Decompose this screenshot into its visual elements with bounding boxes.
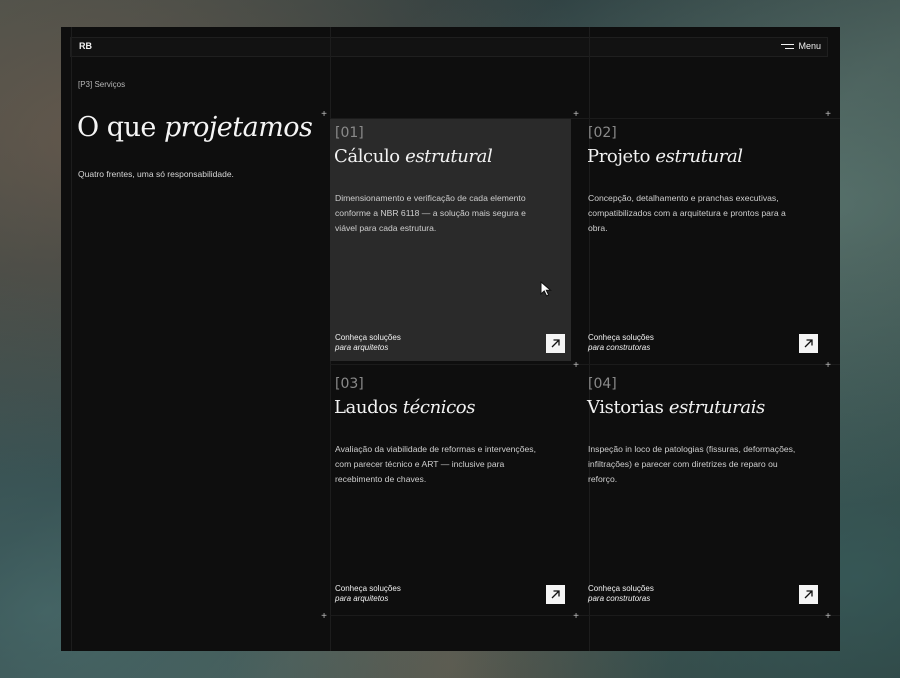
arrow-up-right-icon: [804, 339, 813, 348]
card-arrow-button[interactable]: [546, 334, 565, 353]
card-description: Concepção, detalhamento e pranchas execu…: [588, 193, 786, 233]
arrow-up-right-icon: [804, 590, 813, 599]
grid-line: [330, 364, 840, 365]
card-number: [04]: [588, 376, 617, 392]
card-cta-link[interactable]: Conheça soluções para construtoras: [588, 333, 654, 353]
arrow-up-right-icon: [551, 590, 560, 599]
card-title: Vistorias estruturais: [587, 397, 765, 418]
service-card-laudos[interactable]: [03] Laudos técnicos Avaliação da viabil…: [330, 370, 571, 612]
page-title: O que projetamos: [77, 112, 313, 143]
card-cta-link[interactable]: Conheça soluções para arquitetos: [335, 333, 401, 353]
service-card-projeto[interactable]: [02] Projeto estrutural Concepção, detal…: [583, 119, 824, 361]
menu-button[interactable]: Menu: [781, 41, 821, 51]
grid-line: [330, 615, 840, 616]
arrow-up-right-icon: [551, 339, 560, 348]
plus-icon: +: [825, 360, 831, 371]
card-number: [03]: [335, 376, 364, 392]
card-title: Laudos técnicos: [334, 397, 476, 418]
card-cta-link[interactable]: Conheça soluções para construtoras: [588, 584, 654, 604]
app-window: RB Menu + + + + + + + + [P3] Serviços O …: [61, 27, 840, 651]
plus-icon: +: [573, 360, 579, 371]
card-arrow-button[interactable]: [546, 585, 565, 604]
card-arrow-button[interactable]: [799, 334, 818, 353]
service-card-vistorias[interactable]: [04] Vistorias estruturais Inspeção in l…: [583, 370, 824, 612]
card-cta-link[interactable]: Conheça soluções para arquitetos: [335, 584, 401, 604]
card-description: Dimensionamento e verificação de cada el…: [335, 193, 526, 233]
plus-icon: +: [321, 611, 327, 622]
plus-icon: +: [825, 611, 831, 622]
card-title: Projeto estrutural: [587, 146, 743, 167]
card-description: Inspeção in loco de patologias (fissuras…: [588, 444, 796, 484]
plus-icon: +: [573, 611, 579, 622]
grid-line: [71, 27, 72, 651]
section-tag: [P3] Serviços: [78, 80, 126, 89]
mouse-pointer-icon: [540, 281, 552, 297]
plus-icon: +: [321, 109, 327, 120]
card-arrow-button[interactable]: [799, 585, 818, 604]
page-subtitle: Quatro frentes, uma só responsabilidade.: [78, 169, 234, 179]
menu-label: Menu: [798, 41, 821, 51]
card-number: [01]: [335, 125, 364, 141]
service-card-calculo[interactable]: [01] Cálculo estrutural Dimensionamento …: [330, 119, 571, 361]
plus-icon: +: [573, 109, 579, 120]
card-description: Avaliação da viabilidade de reformas e i…: [335, 444, 536, 484]
card-number: [02]: [588, 125, 617, 141]
hamburger-icon: [781, 43, 795, 49]
logo[interactable]: RB: [79, 41, 92, 51]
top-navigation-bar: RB Menu: [70, 37, 828, 57]
card-title: Cálculo estrutural: [334, 146, 493, 167]
plus-icon: +: [825, 109, 831, 120]
